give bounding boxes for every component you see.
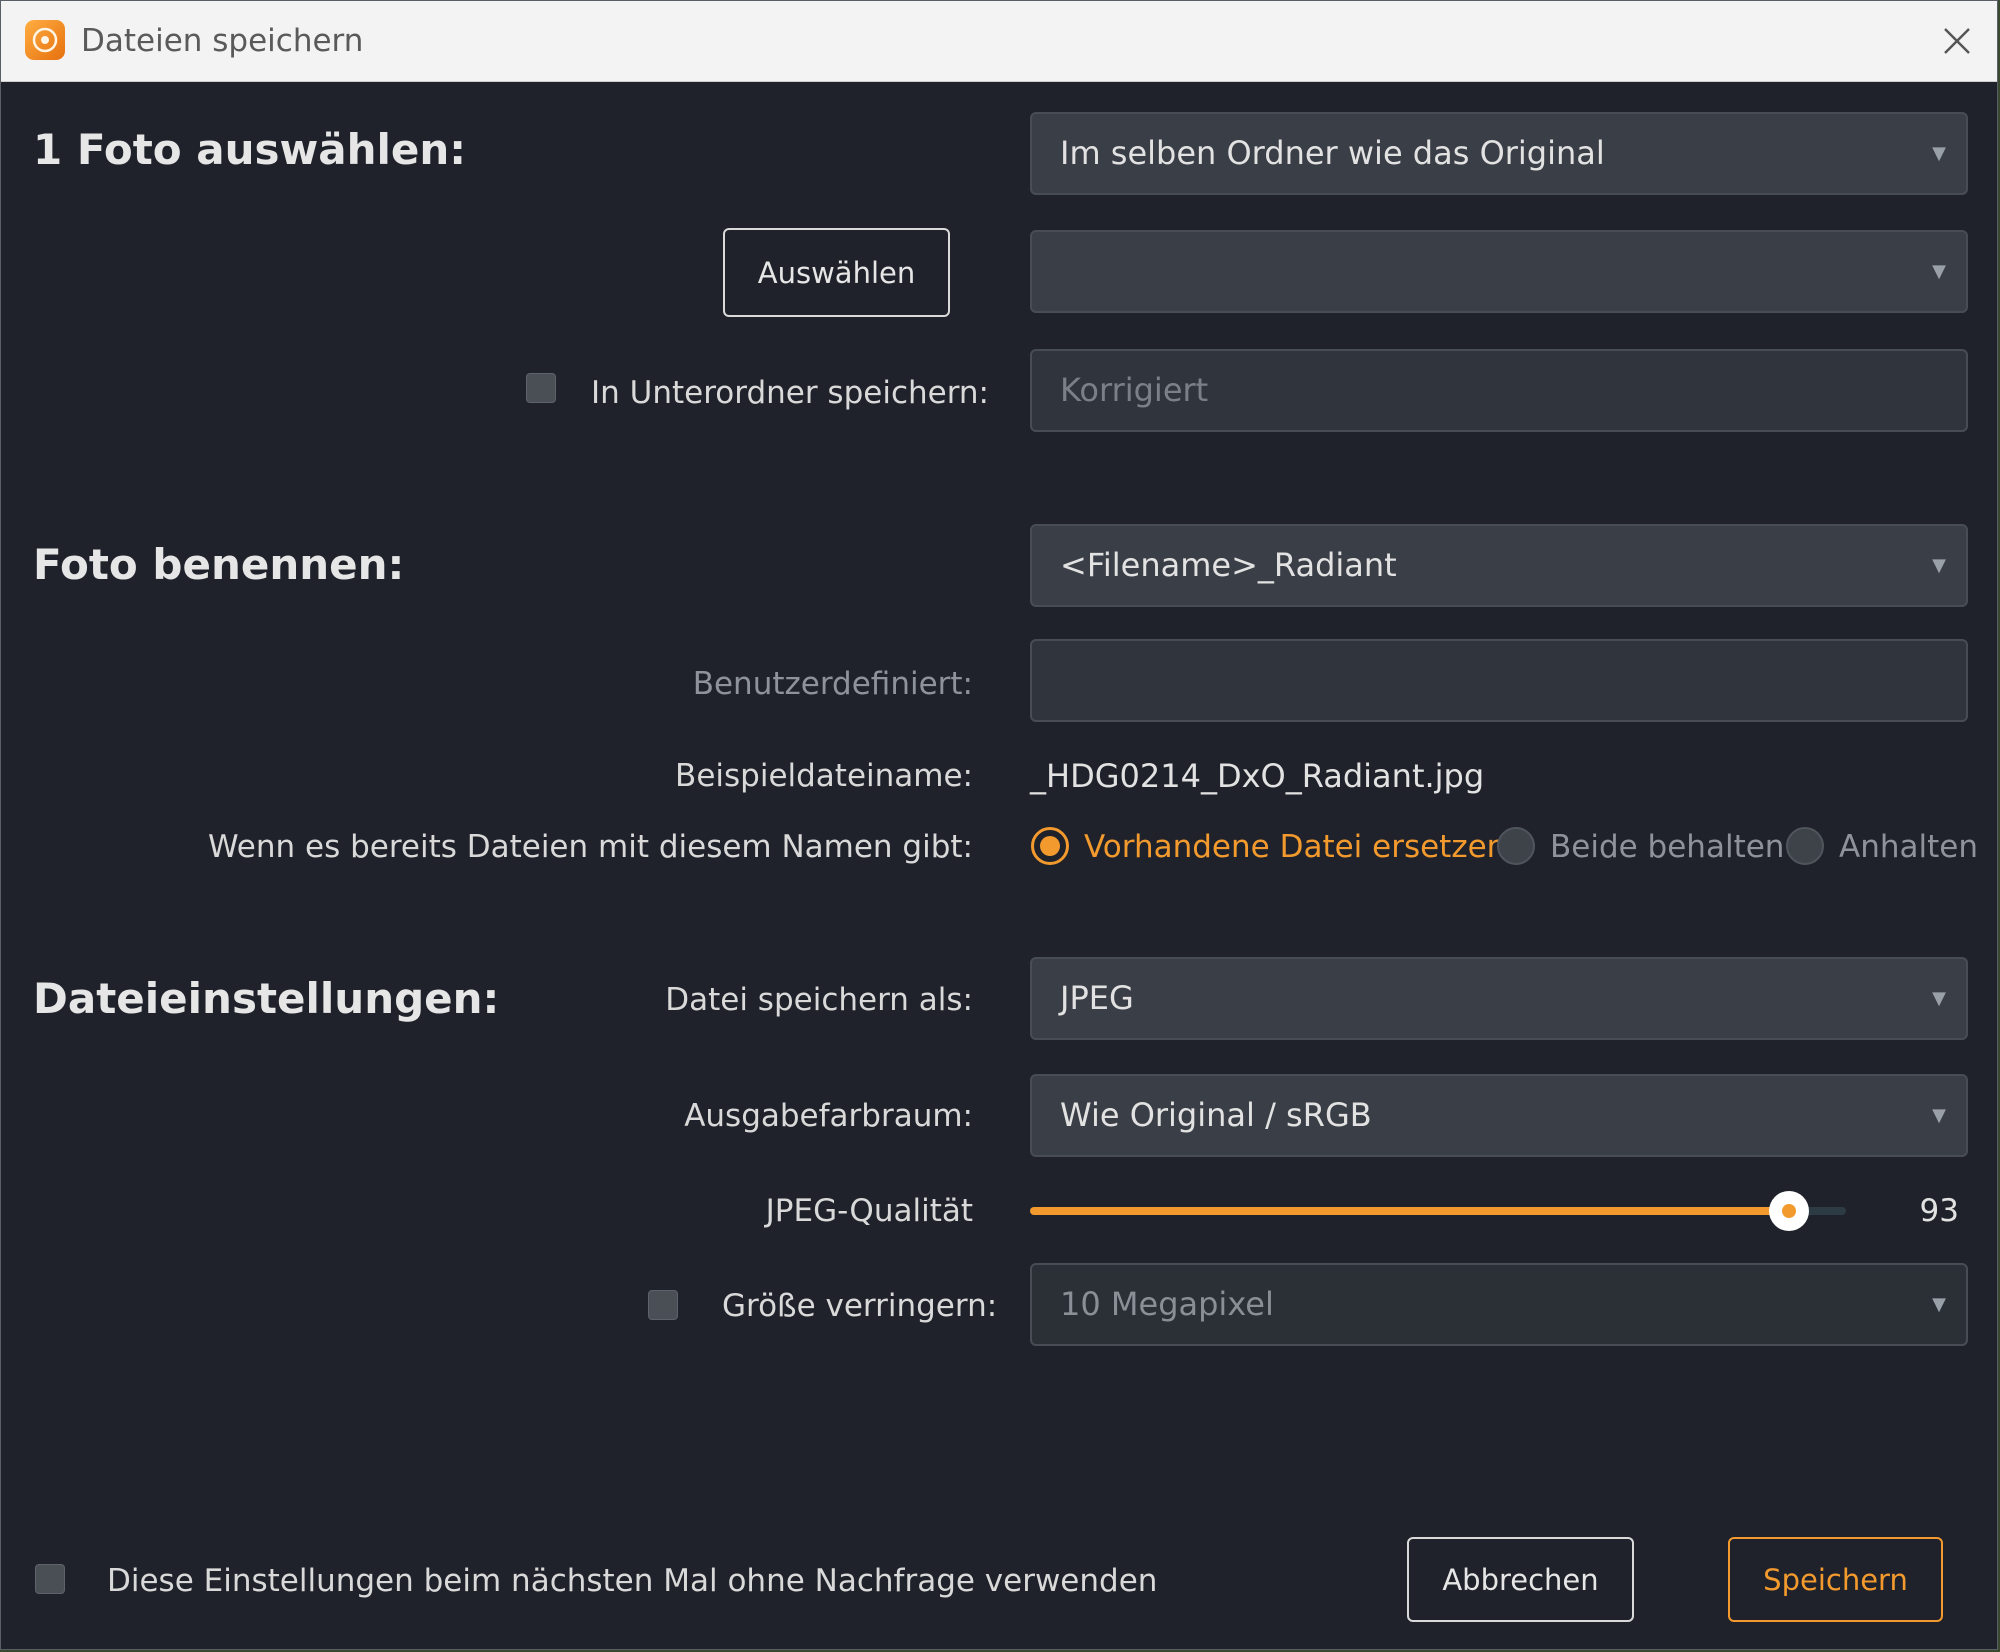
format-value: JPEG xyxy=(1060,979,1134,1017)
subfolder-placeholder: Korrigiert xyxy=(1060,371,1209,409)
subfolder-label: In Unterordner speichern: xyxy=(591,375,990,411)
quality-value: 93 xyxy=(1919,1193,1959,1229)
custom-name-input[interactable] xyxy=(1030,639,1968,722)
cancel-button[interactable]: Abbrechen xyxy=(1407,1537,1634,1622)
quality-label: JPEG-Qualität xyxy=(765,1193,973,1229)
radio-replace-label[interactable]: Vorhandene Datei ersetzen xyxy=(1084,827,1506,867)
chevron-down-icon: ▼ xyxy=(1932,988,1946,1009)
chevron-down-icon: ▼ xyxy=(1932,1294,1946,1315)
title-bar: Dateien speichern xyxy=(1,1,1997,82)
window-title: Dateien speichern xyxy=(81,23,364,59)
colorspace-label: Ausgabefarbraum: xyxy=(684,1098,973,1134)
subfolder-checkbox[interactable] xyxy=(526,373,556,403)
colorspace-select[interactable]: Wie Original / sRGB ▼ xyxy=(1030,1074,1968,1157)
quality-slider-thumb[interactable] xyxy=(1769,1191,1809,1231)
destination-select[interactable]: Im selben Ordner wie das Original ▼ xyxy=(1030,112,1968,195)
radio-stop-label[interactable]: Anhalten xyxy=(1839,827,1978,867)
quality-slider-fill xyxy=(1030,1207,1789,1215)
resize-checkbox[interactable] xyxy=(648,1290,678,1320)
section-title-naming: Foto benennen: xyxy=(33,540,405,589)
resize-value: 10 Megapixel xyxy=(1060,1285,1274,1323)
example-filename-value: _HDG0214_DxO_Radiant.jpg xyxy=(1030,757,1485,795)
radio-keep-both-label[interactable]: Beide behalten xyxy=(1550,827,1784,867)
dxo-app-icon xyxy=(25,20,65,60)
filename-pattern-select[interactable]: <Filename>_Radiant ▼ xyxy=(1030,524,1968,607)
filename-pattern-value: <Filename>_Radiant xyxy=(1060,546,1397,584)
subfolder-input[interactable]: Korrigiert xyxy=(1030,349,1968,432)
section-title-file-settings: Dateieinstellungen: xyxy=(33,974,500,1023)
colorspace-value: Wie Original / sRGB xyxy=(1060,1096,1372,1134)
close-icon xyxy=(1944,28,1970,54)
resize-select[interactable]: 10 Megapixel ▼ xyxy=(1030,1263,1968,1346)
chevron-down-icon: ▼ xyxy=(1932,261,1946,282)
conflict-label: Wenn es bereits Dateien mit diesem Namen… xyxy=(207,829,973,865)
radio-keep-both[interactable] xyxy=(1497,827,1535,865)
format-label: Datei speichern als: xyxy=(665,982,973,1018)
example-filename-label: Beispieldateiname: xyxy=(675,758,973,794)
save-files-dialog: Dateien speichern 1 Foto auswählen: Im s… xyxy=(0,0,1998,1650)
folder-select[interactable]: ▼ xyxy=(1030,230,1968,313)
radio-stop[interactable] xyxy=(1786,827,1824,865)
destination-value: Im selben Ordner wie das Original xyxy=(1060,134,1605,172)
remember-settings-checkbox[interactable] xyxy=(35,1564,65,1594)
remember-settings-label: Diese Einstellungen beim nächsten Mal oh… xyxy=(107,1563,1158,1599)
close-button[interactable] xyxy=(1937,21,1977,61)
section-title-location: 1 Foto auswählen: xyxy=(33,125,467,174)
choose-folder-button[interactable]: Auswählen xyxy=(723,228,950,317)
chevron-down-icon: ▼ xyxy=(1932,555,1946,576)
chevron-down-icon: ▼ xyxy=(1932,143,1946,164)
save-button[interactable]: Speichern xyxy=(1728,1537,1943,1622)
resize-label: Größe verringern: xyxy=(722,1288,998,1324)
format-select[interactable]: JPEG ▼ xyxy=(1030,957,1968,1040)
custom-name-label: Benutzerdefiniert: xyxy=(692,666,973,702)
radio-replace[interactable] xyxy=(1031,827,1069,865)
quality-slider[interactable] xyxy=(1030,1189,1846,1233)
chevron-down-icon: ▼ xyxy=(1932,1105,1946,1126)
